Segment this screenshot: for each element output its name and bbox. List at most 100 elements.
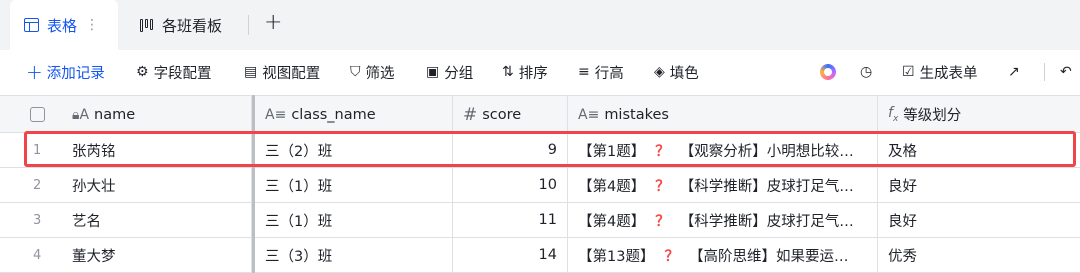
cell-name[interactable]: 董大梦	[62, 238, 252, 272]
add-record-label: 添加记录	[46, 65, 105, 82]
fill-color-label: 填色	[669, 65, 699, 82]
column-header-grade[interactable]: fx 等级划分	[878, 96, 1080, 133]
formula-icon: fx	[888, 105, 899, 124]
more-options-icon[interactable]: ⋮	[85, 17, 99, 33]
column-header-class-name-label: class_name	[291, 106, 376, 123]
form-icon: ☑	[902, 64, 915, 80]
number-icon: #	[463, 104, 478, 125]
column-header-mistakes-label: mistakes	[604, 106, 669, 123]
question-mark-icon: ？	[664, 248, 679, 265]
table-row[interactable]: 3 艺名 三（1）班 11 【第4题】 ？ 【科学推断】皮球打足气… 良好	[0, 203, 1080, 238]
cell-class-name[interactable]: 三（3）班	[255, 238, 453, 272]
row-index: 1	[33, 142, 42, 158]
column-header-mistakes[interactable]: A≡ mistakes	[568, 96, 878, 133]
cell-mistakes[interactable]: 【第1题】 ？ 【观察分析】小明想比较…	[568, 133, 878, 167]
field-config-label: 字段配置	[153, 65, 212, 82]
row-index: 2	[33, 177, 42, 193]
group-icon: ▣	[426, 64, 440, 80]
data-grid: 🔒︎A name A≡ class_name # score A≡ mistak…	[0, 95, 1080, 273]
column-header-grade-label: 等级划分	[903, 108, 962, 124]
tab-kanban-label: 各班看板	[162, 16, 223, 35]
filter-label: 筛选	[365, 65, 395, 82]
column-header-score[interactable]: # score	[453, 96, 568, 133]
mistake-text: 【科学推断】皮球打足气…	[679, 213, 854, 230]
question-mark-icon: ？	[655, 178, 670, 195]
question-mark-icon: ？	[655, 143, 670, 160]
filter-icon: ⛉	[350, 64, 361, 80]
frozen-column-divider[interactable]	[252, 95, 255, 273]
mistake-question: 【第4题】	[578, 213, 646, 230]
column-header-name[interactable]: 🔒︎A name	[62, 96, 252, 133]
view-config-icon: ▤	[244, 64, 258, 80]
cell-class-name[interactable]: 三（2）班	[255, 133, 453, 167]
table-row[interactable]: 2 孙大壮 三（1）班 10 【第4题】 ？ 【科学推断】皮球打足气… 良好	[0, 168, 1080, 203]
column-header-class-name[interactable]: A≡ class_name	[255, 96, 453, 133]
cell-name[interactable]: 孙大壮	[62, 168, 252, 202]
ai-assistant-icon[interactable]	[820, 64, 836, 80]
toolbar-divider	[1044, 63, 1045, 81]
history-button[interactable]: ◷	[860, 50, 877, 94]
undo-icon: ↶	[1060, 64, 1072, 80]
text-icon: A≡	[578, 106, 600, 123]
tab-table[interactable]: 表格 ⋮	[10, 0, 118, 50]
kanban-icon	[140, 18, 154, 32]
cell-score[interactable]: 10	[453, 168, 568, 202]
mistake-text: 【观察分析】小明想比较…	[679, 143, 854, 160]
group-button[interactable]: ▣ 分组	[426, 50, 473, 94]
tab-table-label: 表格	[47, 16, 78, 35]
table-row[interactable]: 1 张芮铭 三（2）班 9 【第1题】 ？ 【观察分析】小明想比较… 及格	[0, 133, 1080, 168]
cell-score[interactable]: 14	[453, 238, 568, 272]
gear-icon: ⚙	[136, 64, 149, 80]
cell-class-name[interactable]: 三（1）班	[255, 203, 453, 237]
filter-button[interactable]: ⛉ 筛选	[350, 50, 395, 94]
mistake-question: 【第4题】	[578, 178, 646, 195]
sort-icon: ⇅	[502, 64, 514, 80]
column-header-name-label: name	[94, 106, 136, 123]
select-all-checkbox[interactable]	[30, 107, 45, 122]
field-config-button[interactable]: ⚙ 字段配置	[136, 50, 212, 94]
group-label: 分组	[444, 65, 474, 82]
cell-name[interactable]: 艺名	[62, 203, 252, 237]
generate-form-label: 生成表单	[919, 65, 978, 82]
question-mark-icon: ？	[655, 213, 670, 230]
mistake-question: 【第1题】	[578, 143, 646, 160]
plus-icon: +	[26, 60, 43, 84]
cell-score[interactable]: 11	[453, 203, 568, 237]
tab-divider	[248, 15, 249, 35]
fill-color-button[interactable]: ◈ 填色	[654, 50, 699, 94]
tab-kanban[interactable]: 各班看板	[140, 0, 222, 50]
cell-grade[interactable]: 良好	[878, 168, 1080, 202]
history-icon: ◷	[860, 64, 873, 80]
cell-score[interactable]: 9	[453, 133, 568, 167]
table-icon	[24, 18, 39, 32]
cell-grade[interactable]: 及格	[878, 133, 1080, 167]
mistake-text: 【科学推断】皮球打足气…	[679, 178, 854, 195]
row-index: 3	[33, 212, 42, 228]
undo-button[interactable]: ↶	[1060, 50, 1077, 94]
toolbar: + 添加记录 ⚙ 字段配置 ▤ 视图配置 ⛉ 筛选 ▣ 分组 ⇅ 排序 ≡ 行高…	[0, 50, 1080, 94]
generate-form-button[interactable]: ☑ 生成表单	[902, 50, 978, 94]
cell-grade[interactable]: 良好	[878, 203, 1080, 237]
share-icon: ↗	[1008, 64, 1020, 80]
mistake-text: 【高阶思维】如果要运…	[688, 248, 849, 265]
view-config-button[interactable]: ▤ 视图配置	[244, 50, 320, 94]
cell-mistakes[interactable]: 【第13题】 ？ 【高阶思维】如果要运…	[568, 238, 878, 272]
view-config-label: 视图配置	[262, 65, 321, 82]
sort-button[interactable]: ⇅ 排序	[502, 50, 548, 94]
lock-text-icon: 🔒︎A	[72, 106, 90, 123]
cell-mistakes[interactable]: 【第4题】 ？ 【科学推断】皮球打足气…	[568, 203, 878, 237]
view-tab-bar: 表格 ⋮ 各班看板 +	[0, 0, 1080, 50]
cell-name[interactable]: 张芮铭	[62, 133, 252, 167]
row-index: 4	[33, 247, 42, 263]
cell-class-name[interactable]: 三（1）班	[255, 168, 453, 202]
cell-mistakes[interactable]: 【第4题】 ？ 【科学推断】皮球打足气…	[568, 168, 878, 202]
add-view-button[interactable]: +	[264, 10, 282, 35]
share-button[interactable]: ↗	[1008, 50, 1025, 94]
column-header-score-label: score	[482, 106, 522, 123]
add-record-button[interactable]: + 添加记录	[26, 50, 105, 94]
table-row[interactable]: 4 董大梦 三（3）班 14 【第13题】 ？ 【高阶思维】如果要运… 优秀	[0, 238, 1080, 273]
row-height-button[interactable]: ≡ 行高	[578, 50, 624, 94]
grid-header: 🔒︎A name A≡ class_name # score A≡ mistak…	[0, 95, 1080, 133]
cell-grade[interactable]: 优秀	[878, 238, 1080, 272]
row-height-icon: ≡	[578, 64, 590, 80]
